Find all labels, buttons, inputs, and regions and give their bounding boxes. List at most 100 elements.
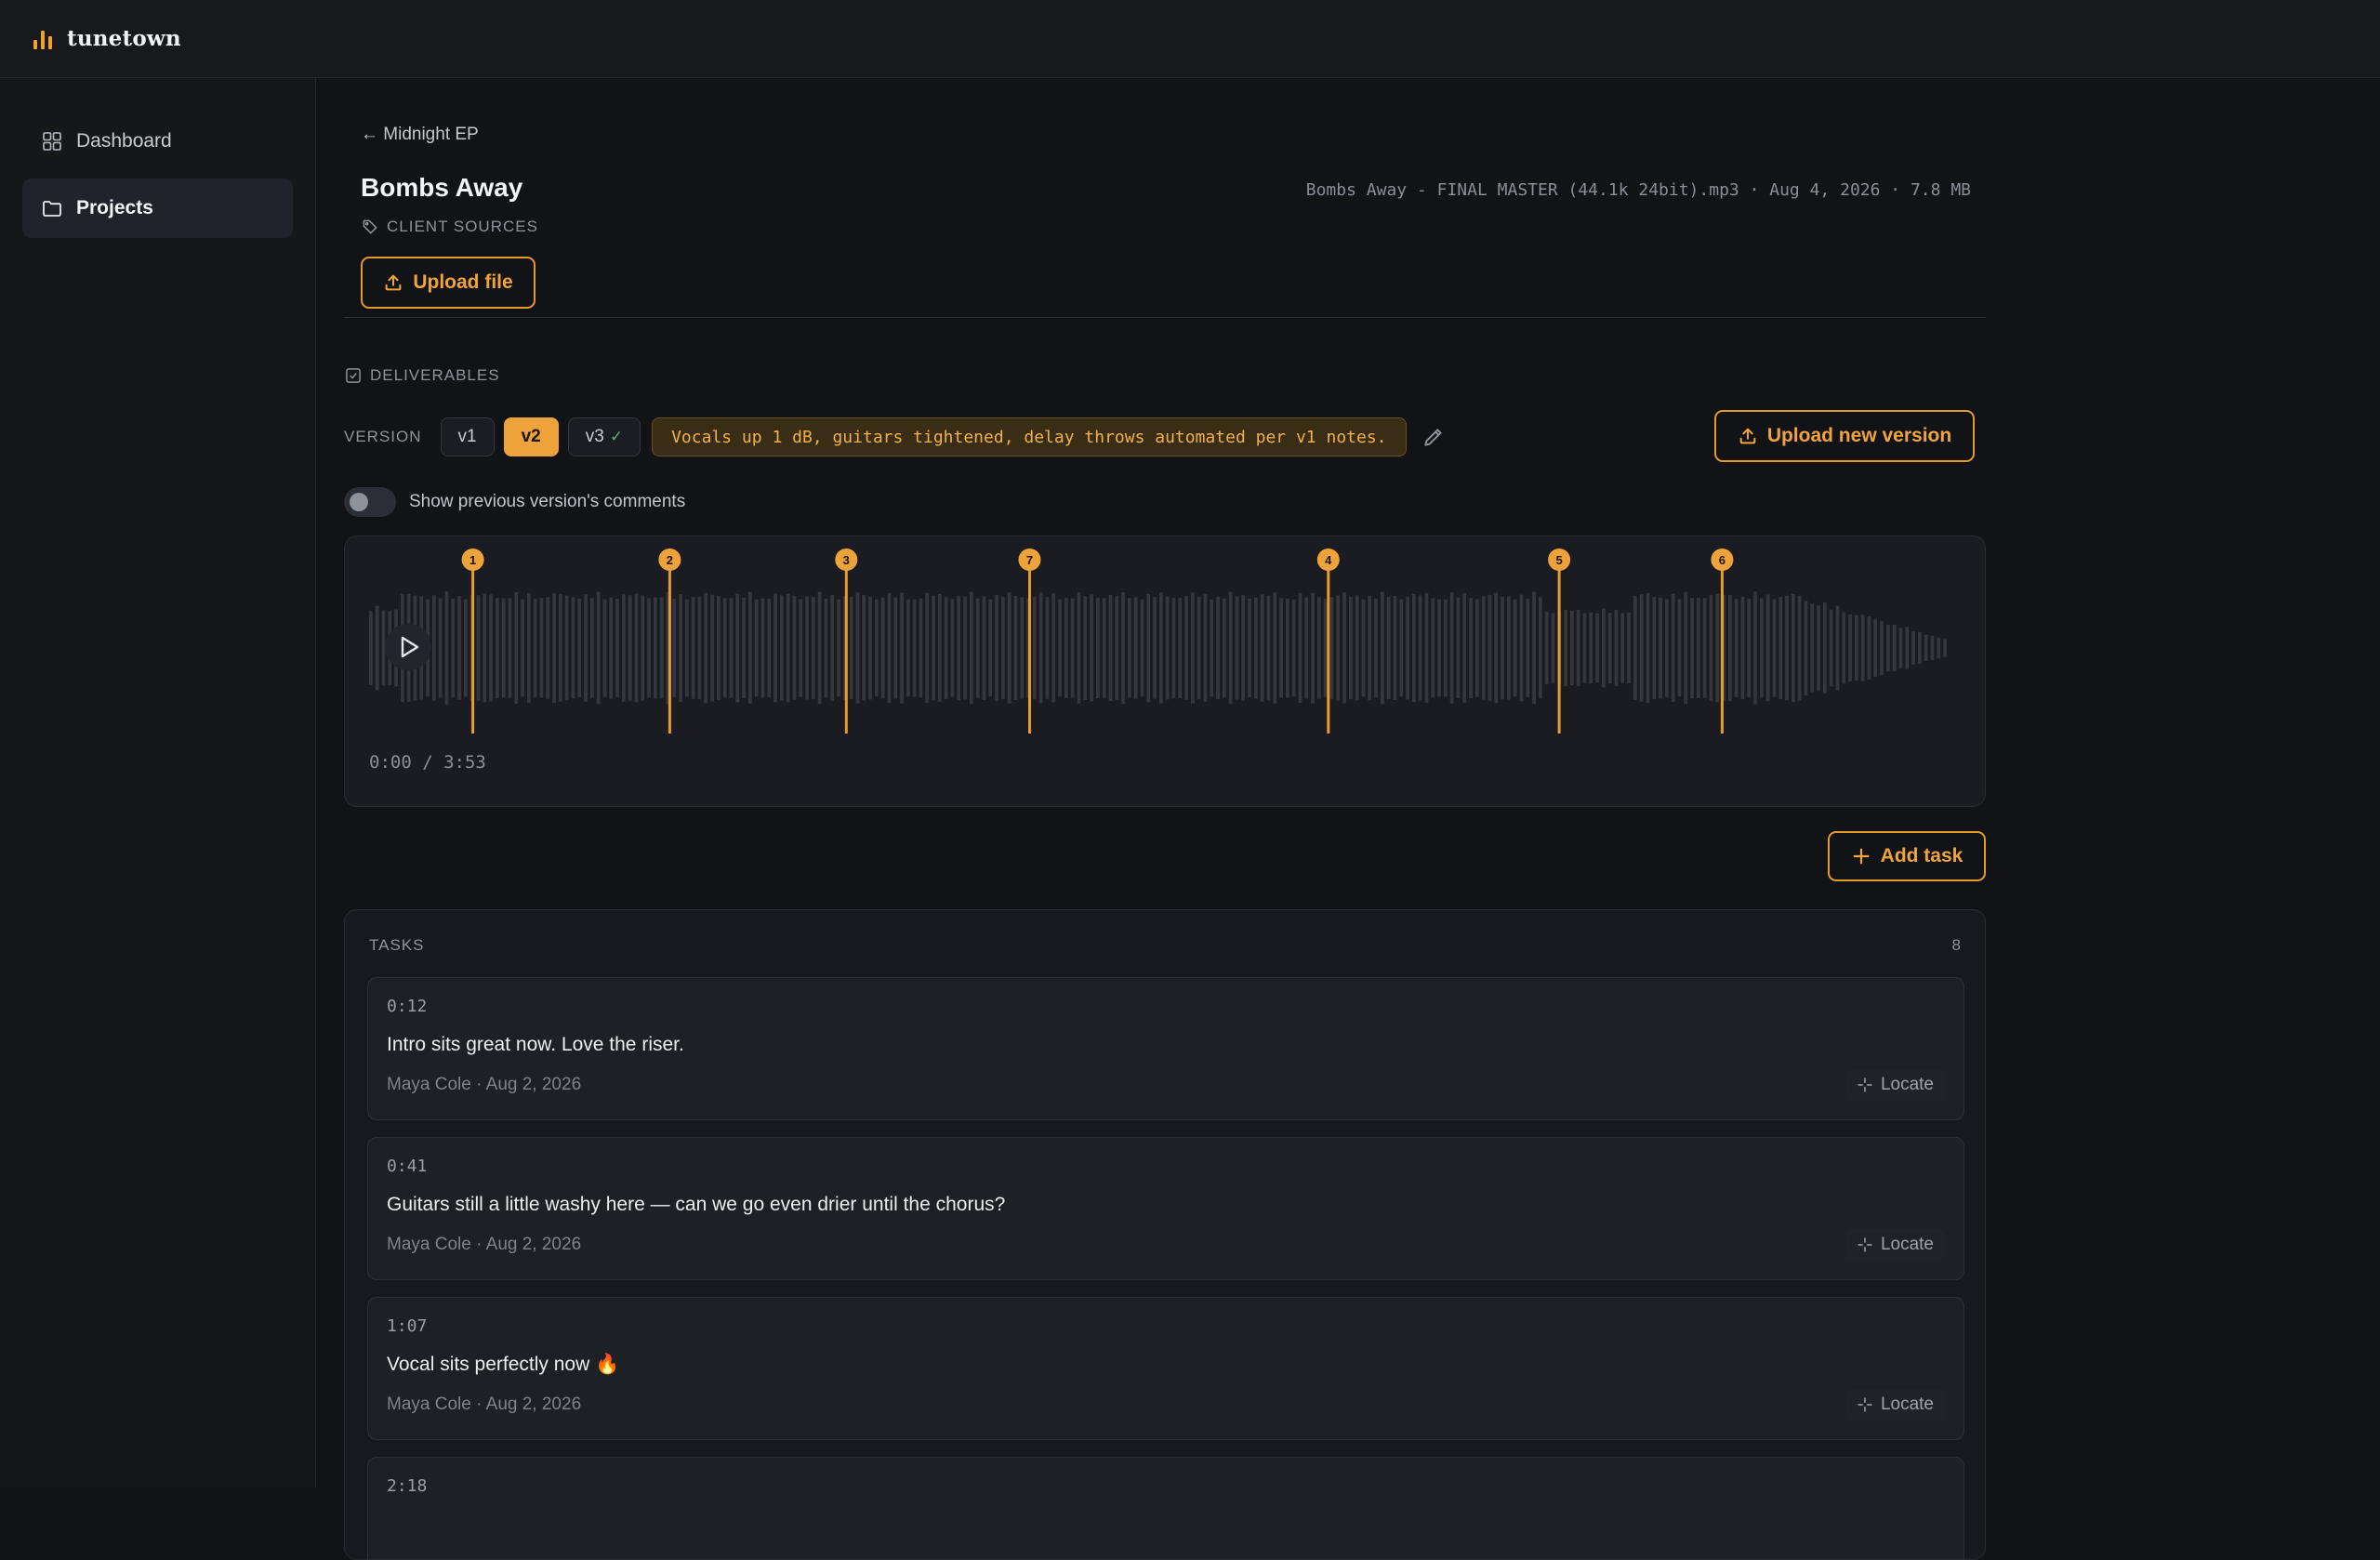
- waveform-bar: [774, 593, 777, 703]
- version-button-v2[interactable]: v2: [503, 417, 559, 456]
- task-item[interactable]: 0:12 Intro sits great now. Love the rise…: [367, 977, 1964, 1120]
- locate-button[interactable]: Locate: [1844, 1229, 1945, 1261]
- waveform-bar: [1090, 594, 1093, 702]
- waveform-bar: [1191, 592, 1195, 704]
- waveform-bar: [659, 597, 664, 699]
- waveform-bar: [691, 597, 695, 699]
- waveform-bar: [1437, 599, 1441, 697]
- waveform-bar: [1867, 616, 1871, 680]
- waveform-bar: [1210, 599, 1214, 697]
- waveform-bar: [539, 598, 544, 698]
- task-timestamp[interactable]: 0:41: [387, 1157, 427, 1176]
- waveform-bar: [1684, 591, 1688, 705]
- waveform-bar: [438, 598, 443, 698]
- waveform[interactable]: 1 2 3 7 4 5 6: [345, 536, 1987, 808]
- waveform-bar: [1083, 596, 1088, 700]
- sidebar-item-dashboard[interactable]: Dashboard: [22, 112, 293, 171]
- marker-line: [668, 559, 671, 734]
- waveform-bar: [1456, 597, 1461, 699]
- pencil-icon[interactable]: [1421, 425, 1446, 449]
- waveform-bar: [590, 598, 594, 698]
- back-link[interactable]: ← Midnight EP: [361, 125, 479, 145]
- sidebar: Dashboard Projects: [0, 78, 316, 1487]
- waveform-bar: [1937, 637, 1941, 659]
- waveform-bar: [1778, 597, 1783, 699]
- waveform-bar: [1001, 597, 1005, 699]
- previous-comments-toggle[interactable]: [344, 487, 396, 517]
- task-message: Vocal sits perfectly now 🔥: [387, 1354, 620, 1375]
- waveform-bar: [1582, 613, 1587, 683]
- upload-new-version-button[interactable]: Upload new version: [1714, 410, 1975, 462]
- play-button[interactable]: [385, 624, 431, 670]
- waveform-bar: [1519, 594, 1524, 702]
- task-timestamp[interactable]: 2:18: [387, 1476, 427, 1496]
- waveform-bar: [1165, 596, 1170, 700]
- waveform-bar: [975, 598, 980, 698]
- waveform-bar: [1564, 609, 1567, 687]
- upload-file-button[interactable]: Upload file: [361, 257, 536, 309]
- grid-icon: [43, 132, 61, 151]
- waveform-bar: [1254, 597, 1258, 699]
- waveform-bar: [634, 593, 639, 703]
- waveform-bar: [1248, 598, 1251, 697]
- waveform-bar: [672, 599, 677, 697]
- waveform-bar: [1943, 639, 1947, 657]
- task-timestamp[interactable]: 1:07: [387, 1316, 427, 1336]
- waveform-bar: [1235, 596, 1239, 700]
- app-name[interactable]: tunetown: [67, 26, 181, 51]
- waveform-bar: [1911, 631, 1915, 665]
- waveform-bar: [944, 597, 948, 699]
- waveform-bar: [476, 595, 481, 701]
- waveform-bar: [501, 598, 506, 698]
- waveform-bar: [1589, 613, 1593, 683]
- waveform-bar: [615, 599, 619, 697]
- locate-button[interactable]: Locate: [1844, 1069, 1945, 1101]
- waveform-bar: [577, 599, 582, 697]
- section-divider: [344, 317, 1986, 318]
- waveform-bar: [1038, 592, 1043, 704]
- marker-label: 7: [1026, 553, 1033, 567]
- task-item[interactable]: 2:18: [367, 1457, 1964, 1559]
- waveform-bar: [1336, 595, 1341, 701]
- waveform-bar: [1898, 628, 1903, 668]
- toggle-knob: [350, 493, 368, 511]
- waveform-bar: [451, 599, 456, 697]
- upload-icon: [1739, 428, 1756, 444]
- waveform-bar: [508, 598, 512, 698]
- sidebar-item-projects[interactable]: Projects: [22, 178, 293, 238]
- waveform-bar: [1797, 595, 1802, 701]
- task-timestamp[interactable]: 0:12: [387, 997, 427, 1016]
- waveform-bar: [1539, 597, 1542, 699]
- waveform-bar: [1835, 605, 1840, 691]
- locate-button[interactable]: Locate: [1844, 1389, 1945, 1421]
- waveform-bar: [1513, 599, 1517, 697]
- task-item[interactable]: 1:07 Vocal sits perfectly now 🔥 Maya Col…: [367, 1297, 1964, 1440]
- waveform-bar: [1848, 614, 1852, 682]
- top-bar: tunetown: [0, 0, 2380, 78]
- waveform-bar: [988, 599, 993, 697]
- waveform-bar: [748, 591, 752, 704]
- waveform-bar: [1412, 594, 1416, 702]
- waveform-bar: [893, 597, 898, 699]
- waveform-bar: [1494, 592, 1499, 704]
- waveform-bar: [1323, 599, 1328, 697]
- waveform-bar: [970, 591, 973, 705]
- waveform-bar: [1817, 605, 1820, 691]
- waveform-bar: [1475, 599, 1479, 697]
- waveform-bar: [1128, 598, 1131, 698]
- waveform-bar: [780, 595, 784, 701]
- waveform-bar: [1462, 593, 1467, 703]
- version-button-v3[interactable]: v3 ✓: [567, 417, 641, 456]
- waveform-bar: [1386, 597, 1391, 699]
- waveform-bar: [932, 595, 935, 701]
- waveform-bar: [1058, 599, 1062, 697]
- task-item[interactable]: 0:41 Guitars still a little washy here —…: [367, 1137, 1964, 1280]
- waveform-bar: [1424, 593, 1429, 703]
- checkbox-icon: [346, 368, 361, 383]
- add-task-button[interactable]: Add task: [1828, 831, 1986, 881]
- waveform-bar: [1665, 599, 1669, 697]
- waveform-bar: [704, 592, 708, 704]
- marker-label: 4: [1325, 553, 1332, 567]
- waveform-bar: [1431, 598, 1435, 698]
- version-button-v1[interactable]: v1: [440, 417, 495, 456]
